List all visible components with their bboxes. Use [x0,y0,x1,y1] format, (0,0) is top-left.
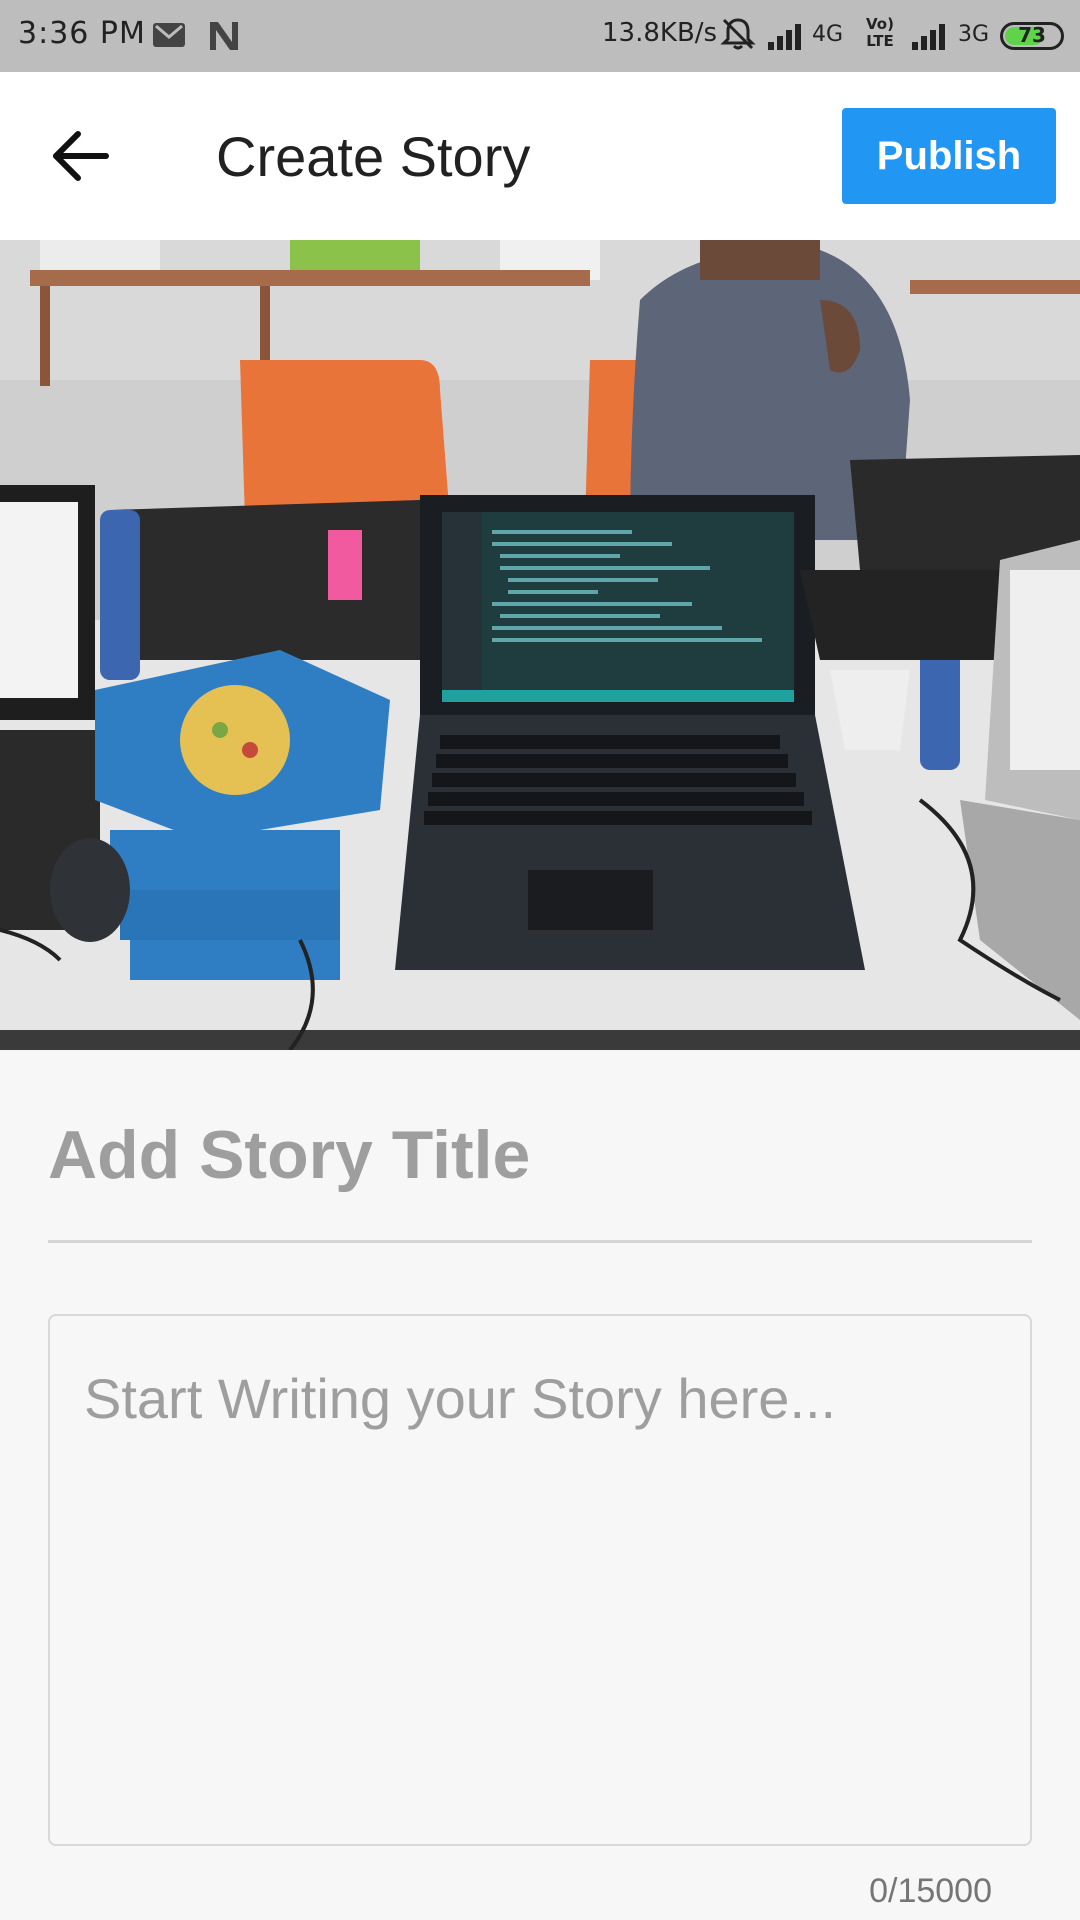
arrow-back-icon[interactable] [44,120,116,192]
network-speed: 13.8KB/s [602,18,718,48]
sim2-network-type: 3G [958,22,990,47]
title-underline [48,1240,1032,1243]
volte-line1: Vo) [866,15,894,33]
signal-icon [768,24,801,50]
page-title: Create Story [216,125,531,188]
char-counter: 0/15000 [869,1872,992,1910]
signal-icon [912,24,945,50]
status-bar: 3:36 PM 13.8KB/s 4G Vo) LTE 3G 73 [0,0,1080,72]
volte-indicator: Vo) LTE [866,16,894,50]
status-time: 3:36 PM [18,16,146,51]
story-title-input[interactable] [48,1110,1032,1200]
n-notification-icon [210,22,238,50]
create-story-screen: 3:36 PM 13.8KB/s 4G Vo) LTE 3G 73 Create… [0,0,1080,1920]
gmail-icon [153,23,185,47]
publish-button[interactable]: Publish [842,108,1056,204]
volte-line2: LTE [866,32,894,50]
story-body-box[interactable] [48,1314,1032,1846]
battery-icon: 73 [1000,22,1064,50]
story-cover-image[interactable] [0,240,1080,1050]
mute-icon [720,18,756,50]
story-body-input[interactable] [84,1366,994,1816]
cover-photo [0,240,1080,1050]
app-bar: Create Story Publish [0,72,1080,240]
battery-level: 73 [1018,23,1046,47]
sim1-network-type: 4G [812,22,844,47]
